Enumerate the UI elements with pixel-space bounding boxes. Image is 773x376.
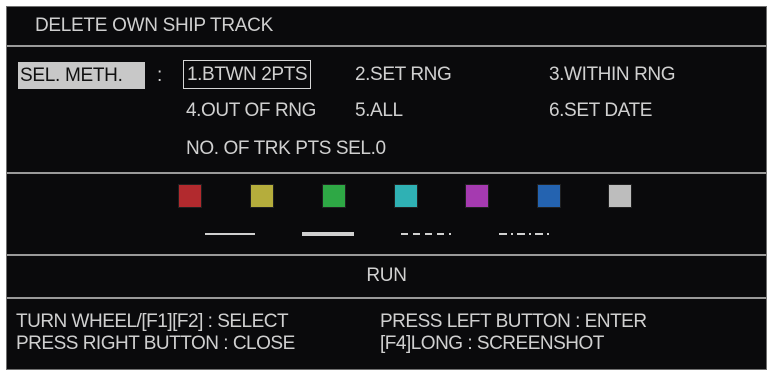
option-set-date[interactable]: 6.SET DATE: [549, 97, 652, 124]
help-select: TURN WHEEL/[F1][F2] : SELECT: [16, 311, 289, 332]
color-swatch-magenta[interactable]: [465, 184, 489, 208]
color-swatch-cyan[interactable]: [394, 184, 418, 208]
run-button[interactable]: RUN: [7, 265, 766, 287]
separator: [7, 45, 766, 47]
sel-meth-colon: :: [157, 65, 163, 86]
track-points-selected-count: NO. OF TRK PTS SEL.0: [186, 138, 386, 159]
line-style-dashed[interactable]: [401, 232, 451, 236]
color-swatch-red[interactable]: [178, 184, 202, 208]
line-style-thick-solid[interactable]: [302, 232, 354, 236]
line-style-thin-solid[interactable]: [205, 232, 255, 236]
option-all[interactable]: 5.ALL: [355, 97, 403, 124]
color-swatch-green[interactable]: [322, 184, 346, 208]
color-swatch-yellow[interactable]: [250, 184, 274, 208]
option-btwn-2pts[interactable]: 1.BTWN 2PTS: [183, 60, 312, 89]
help-enter: PRESS LEFT BUTTON : ENTER: [380, 311, 647, 332]
sel-meth-label[interactable]: SEL. METH.: [18, 62, 145, 89]
delete-own-ship-track-dialog: DELETE OWN SHIP TRACK SEL. METH. : 1.BTW…: [6, 6, 767, 370]
separator: [7, 172, 766, 174]
help-screenshot: [F4]LONG : SCREENSHOT: [380, 333, 604, 354]
color-swatch-white[interactable]: [608, 184, 632, 208]
line-style-dash-dot[interactable]: [499, 232, 549, 236]
option-set-rng[interactable]: 2.SET RNG: [355, 61, 452, 88]
separator: [7, 254, 766, 256]
option-out-of-rng[interactable]: 4.OUT OF RNG: [186, 97, 316, 124]
option-within-rng[interactable]: 3.WITHIN RNG: [549, 61, 675, 88]
dialog-title: DELETE OWN SHIP TRACK: [35, 15, 273, 36]
help-close: PRESS RIGHT BUTTON : CLOSE: [16, 333, 295, 354]
separator: [7, 297, 766, 299]
color-swatch-blue[interactable]: [537, 184, 561, 208]
